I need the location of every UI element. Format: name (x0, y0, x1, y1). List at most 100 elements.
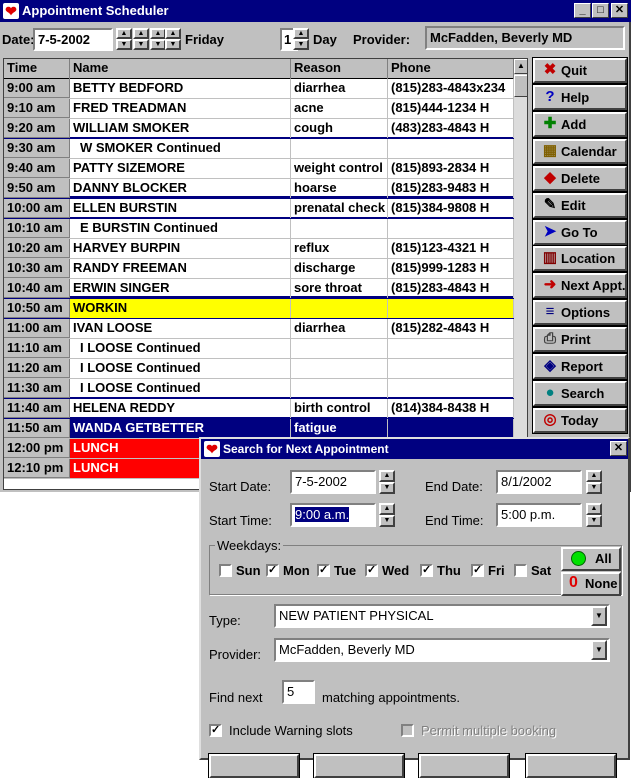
name-cell[interactable]: I LOOSE Continued (70, 379, 291, 398)
weekday-checkbox-sat[interactable] (514, 564, 527, 577)
table-row[interactable]: 9:10 am FRED TREADMAN acne (815)444-1234 H (4, 99, 514, 119)
reason-cell[interactable] (291, 359, 388, 378)
time-cell[interactable]: 11:50 am (4, 419, 70, 438)
end-date-spin[interactable]: ▲ ▼ (586, 470, 602, 494)
phone-cell[interactable]: (815)893-2834 H (388, 159, 514, 178)
provider-field[interactable]: McFadden, Beverly MD (425, 26, 625, 50)
calendar-button[interactable]: ▦ Calendar (532, 138, 628, 165)
provider-dropdown-arrow-icon[interactable]: ▼ (591, 640, 607, 660)
time-cell[interactable]: 11:30 am (4, 379, 70, 398)
table-row[interactable]: 9:40 am PATTY SIZEMORE weight control (815)… (4, 159, 514, 179)
reason-cell[interactable]: birth control (291, 399, 388, 418)
phone-cell[interactable]: (815)444-1234 H (388, 99, 514, 118)
find-next-field[interactable]: 5 (282, 680, 315, 704)
close-button[interactable]: ✕ (611, 3, 628, 18)
table-row[interactable]: 11:50 am WANDA GETBETTER fatigue (4, 419, 514, 439)
time-cell[interactable]: 9:40 am (4, 159, 70, 178)
start-time-field[interactable]: 9:00 a.m. (290, 503, 376, 527)
phone-cell[interactable]: (815)999-1283 H (388, 259, 514, 278)
time-column-header[interactable]: Time (4, 59, 70, 79)
phone-cell[interactable] (388, 219, 514, 238)
include-warning-checkbox[interactable]: ✓ (209, 724, 222, 737)
time-cell[interactable]: 10:10 am (4, 219, 70, 238)
vertical-scrollbar[interactable]: ▲ (514, 59, 527, 489)
options-button[interactable]: ≡ Options (532, 299, 628, 326)
name-cell[interactable]: RANDY FREEMAN (70, 259, 291, 278)
reason-cell[interactable]: diarrhea (291, 319, 388, 338)
reason-cell[interactable] (291, 299, 388, 318)
weekday-checkbox-wed[interactable]: ✓ (365, 564, 378, 577)
dialog-button-2[interactable] (313, 753, 405, 778)
phone-cell[interactable]: (815)123-4321 H (388, 239, 514, 258)
dialog-button-1[interactable] (208, 753, 300, 778)
phone-column-header[interactable]: Phone (388, 59, 514, 79)
dialog-provider-select[interactable]: McFadden, Beverly MD (274, 638, 610, 662)
appointment-grid[interactable]: Time Name Reason Phone 9:00 am BETTY BEDF… (3, 58, 528, 490)
time-cell[interactable]: 11:20 am (4, 359, 70, 378)
dialog-title-bar[interactable]: ❤ Search for Next Appointment ✕ (201, 439, 628, 459)
time-cell[interactable]: 11:00 am (4, 319, 70, 338)
weekday-checkbox-tue[interactable]: ✓ (317, 564, 330, 577)
none-button[interactable]: 0 None (561, 572, 621, 596)
phone-cell[interactable]: (815)384-9808 H (388, 199, 514, 218)
phone-cell[interactable]: (814)384-8438 H (388, 399, 514, 418)
time-cell[interactable]: 9:30 am (4, 139, 70, 158)
table-row[interactable]: 10:00 am ELLEN BURSTIN prenatal check (815)… (4, 199, 514, 219)
phone-cell[interactable] (388, 139, 514, 158)
name-cell[interactable]: WORKIN (70, 299, 291, 318)
name-cell[interactable]: ERWIN SINGER (70, 279, 291, 298)
name-cell[interactable]: HARVEY BURPIN (70, 239, 291, 258)
time-cell[interactable]: 9:00 am (4, 79, 70, 98)
weekday-checkbox-fri[interactable]: ✓ (471, 564, 484, 577)
time-cell[interactable]: 10:50 am (4, 299, 70, 318)
phone-cell[interactable]: (815)283-4843x234 (388, 79, 514, 98)
time-cell[interactable]: 10:00 am (4, 199, 70, 218)
date-spin-2[interactable]: ▲ ▼ (133, 28, 149, 50)
reason-cell[interactable]: fatigue (291, 419, 388, 438)
weekday-checkbox-thu[interactable]: ✓ (420, 564, 433, 577)
phone-cell[interactable] (388, 419, 514, 438)
name-cell[interactable]: I LOOSE Continued (70, 339, 291, 358)
weekday-checkbox-sun[interactable] (219, 564, 232, 577)
time-cell[interactable]: 10:30 am (4, 259, 70, 278)
reason-cell[interactable] (291, 339, 388, 358)
table-row[interactable]: 11:30 am I LOOSE Continued (4, 379, 514, 399)
day-count-spin[interactable]: ▲ ▼ (293, 28, 309, 50)
table-row[interactable]: 11:10 am I LOOSE Continued (4, 339, 514, 359)
reason-cell[interactable]: hoarse (291, 179, 388, 198)
name-cell[interactable]: BETTY BEDFORD (70, 79, 291, 98)
table-row[interactable]: 11:20 am I LOOSE Continued (4, 359, 514, 379)
reason-cell[interactable] (291, 139, 388, 158)
table-row[interactable]: 10:10 am E BURSTIN Continued (4, 219, 514, 239)
start-date-spin[interactable]: ▲ ▼ (379, 470, 395, 494)
add-button[interactable]: ✚ Add (532, 111, 628, 138)
minimize-button[interactable]: _ (574, 3, 591, 18)
quit-button[interactable]: ✖ Quit (532, 57, 628, 84)
name-cell[interactable]: W SMOKER Continued (70, 139, 291, 158)
location-button[interactable]: ▥ Location (532, 245, 628, 272)
end-time-spin[interactable]: ▲ ▼ (586, 503, 602, 527)
table-row[interactable]: 10:20 am HARVEY BURPIN reflux (815)123-4321… (4, 239, 514, 259)
dialog-close-button[interactable]: ✕ (610, 441, 627, 456)
start-date-field[interactable]: 7-5-2002 (290, 470, 376, 494)
name-cell[interactable]: WANDA GETBETTER (70, 419, 291, 438)
search-button[interactable]: ● Search (532, 380, 628, 407)
time-cell[interactable]: 12:00 pm (4, 439, 70, 458)
start-time-spin[interactable]: ▲ ▼ (379, 503, 395, 527)
print-button[interactable]: ⎙ Print (532, 326, 628, 353)
table-row[interactable]: 9:00 am BETTY BEDFORD diarrhea (815)283-484… (4, 79, 514, 99)
name-cell[interactable]: DANNY BLOCKER (70, 179, 291, 198)
name-cell[interactable]: PATTY SIZEMORE (70, 159, 291, 178)
edit-button[interactable]: ✎ Edit (532, 192, 628, 219)
reason-cell[interactable]: cough (291, 119, 388, 138)
time-cell[interactable]: 12:10 pm (4, 459, 70, 478)
phone-cell[interactable]: (815)283-9483 H (388, 179, 514, 198)
next-appt-button[interactable]: ➜ Next Appt. (532, 272, 628, 299)
date-spin-4[interactable]: ▲ ▼ (165, 28, 181, 50)
reason-cell[interactable]: acne (291, 99, 388, 118)
name-cell[interactable]: IVAN LOOSE (70, 319, 291, 338)
name-cell[interactable]: I LOOSE Continued (70, 359, 291, 378)
permit-multiple-checkbox[interactable] (401, 724, 414, 737)
reason-cell[interactable]: prenatal check (291, 199, 388, 218)
all-button[interactable]: All (561, 547, 621, 571)
